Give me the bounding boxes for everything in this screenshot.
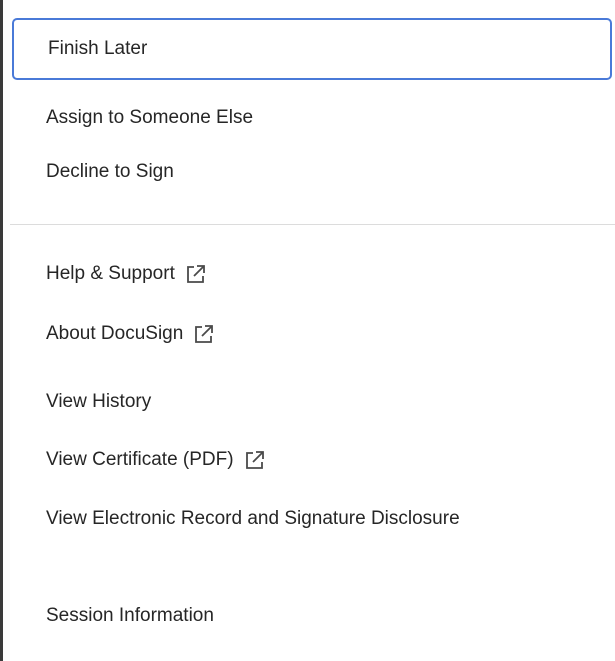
- menu-item-label: Session Information: [46, 605, 214, 626]
- menu-item-label: Help & Support: [46, 263, 175, 284]
- external-link-icon: [186, 265, 205, 283]
- actions-dropdown-menu: Finish Later Assign to Someone Else Decl…: [10, 0, 615, 661]
- menu-item-label: View Electronic Record and Signature Dis…: [46, 508, 460, 529]
- menu-item-label: Decline to Sign: [46, 161, 174, 182]
- menu-item-view-history[interactable]: View History: [10, 382, 610, 422]
- menu-divider: [10, 224, 615, 225]
- menu-item-session-information[interactable]: Session Information: [10, 596, 610, 636]
- menu-item-view-electronic-record-disclosure[interactable]: View Electronic Record and Signature Dis…: [10, 505, 570, 575]
- menu-item-label: View Certificate (PDF): [46, 449, 234, 470]
- menu-item-label: Finish Later: [48, 38, 148, 59]
- menu-item-help-support[interactable]: Help & Support: [10, 254, 610, 294]
- menu-item-finish-later[interactable]: Finish Later: [12, 18, 612, 80]
- menu-item-decline-to-sign[interactable]: Decline to Sign: [10, 152, 610, 192]
- menu-item-about-docusign[interactable]: About DocuSign: [10, 314, 610, 354]
- menu-item-label: About DocuSign: [46, 323, 184, 344]
- window-left-edge: [0, 0, 3, 661]
- menu-item-label: Assign to Someone Else: [46, 107, 254, 128]
- external-link-icon: [195, 325, 214, 343]
- menu-item-view-certificate-pdf[interactable]: View Certificate (PDF): [10, 440, 610, 480]
- external-link-icon: [245, 451, 264, 469]
- menu-item-label: View History: [46, 391, 152, 412]
- menu-item-assign-to-someone-else[interactable]: Assign to Someone Else: [10, 98, 610, 138]
